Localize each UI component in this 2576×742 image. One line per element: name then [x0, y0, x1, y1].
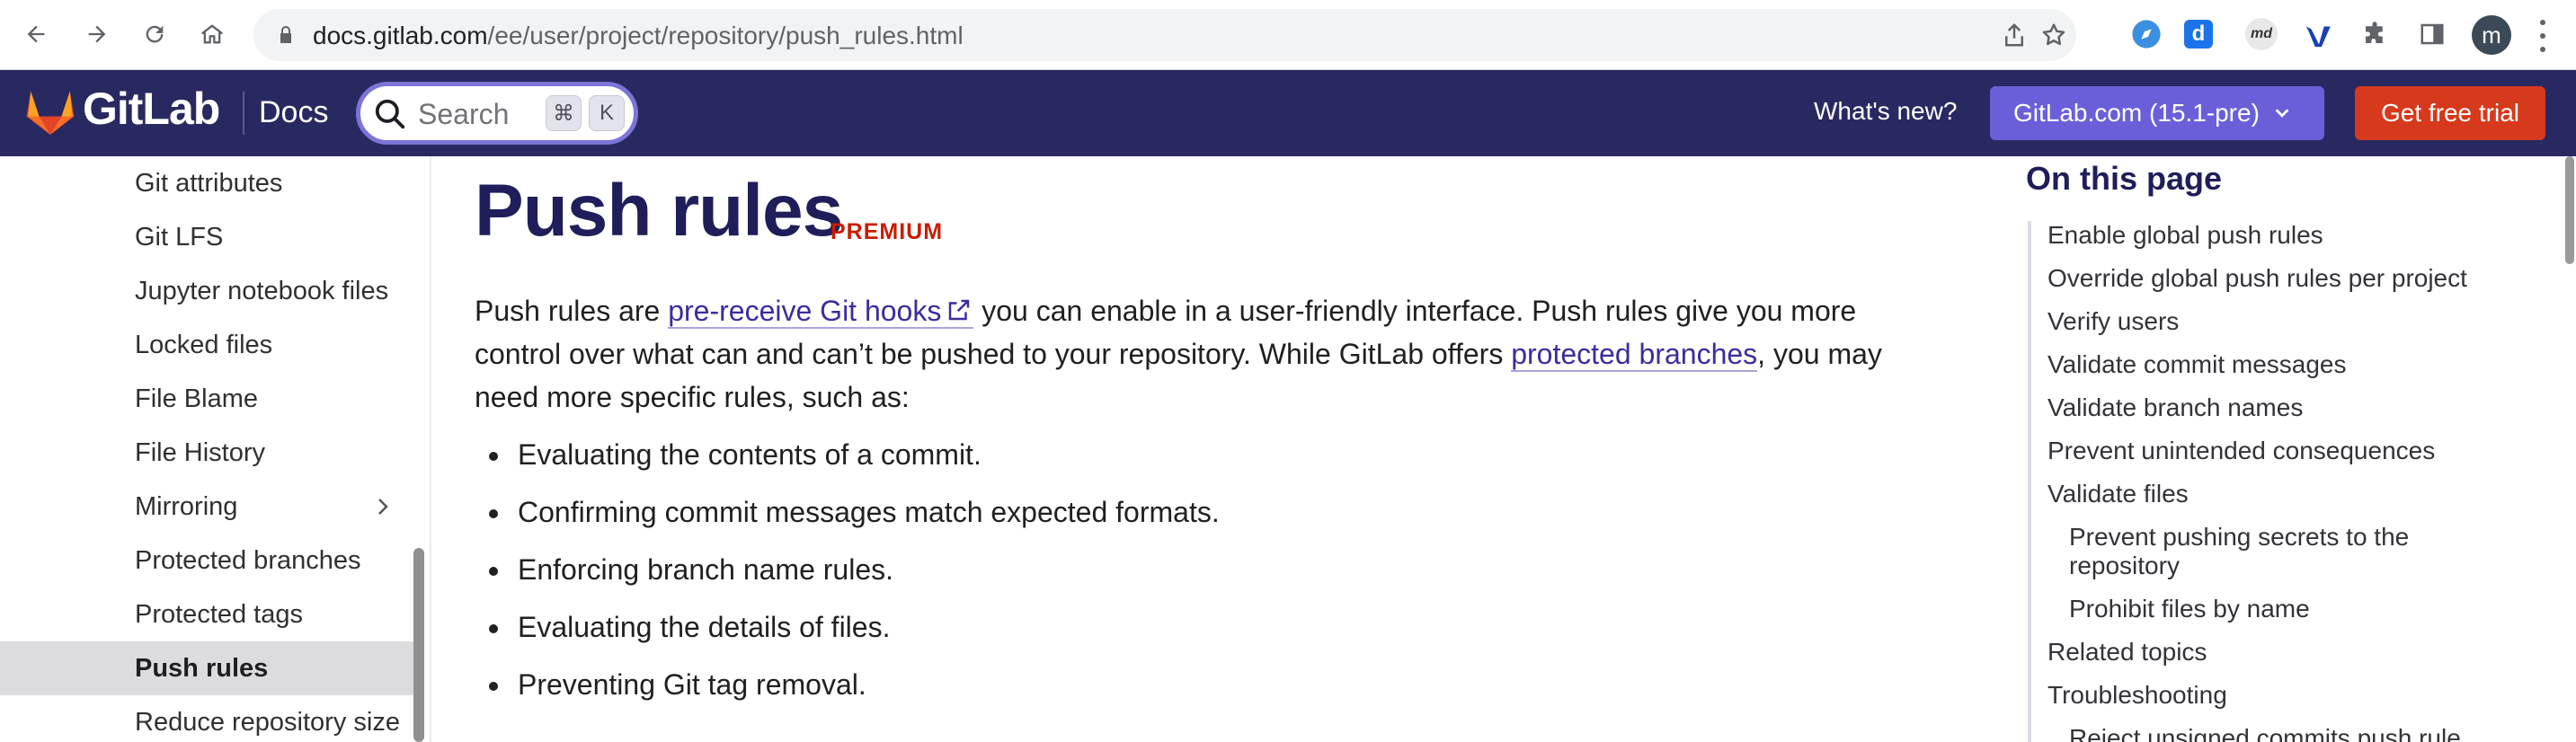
list-item: Enforcing branch name rules.: [475, 541, 1220, 598]
sidebar-item-git-attributes[interactable]: Git attributes: [0, 156, 413, 210]
back-button[interactable]: [18, 16, 54, 52]
search-icon: [375, 99, 405, 129]
bullet-dot: [489, 509, 498, 518]
toc-item[interactable]: Related topics: [2047, 638, 2207, 667]
arrow-right-icon: [88, 25, 106, 43]
markdown-icon[interactable]: md: [2245, 18, 2278, 50]
main-content: Push rules PREMIUM Push rules are pre-re…: [475, 156, 1913, 742]
pre-receive-hooks-link[interactable]: pre-receive Git hooks: [668, 295, 974, 329]
sidebar-divider: [430, 156, 431, 742]
toc-item[interactable]: Verify users: [2047, 307, 2179, 336]
home-icon: [201, 24, 223, 44]
bookmark-star-icon[interactable]: [2040, 22, 2067, 49]
search-input[interactable]: Search ⌘ K: [356, 82, 638, 145]
toc-subitem[interactable]: Prohibit files by name: [2069, 595, 2492, 623]
forward-button[interactable]: [79, 16, 115, 52]
compass-icon[interactable]: [2130, 18, 2163, 50]
url-text[interactable]: docs.gitlab.com/ee/user/project/reposito…: [313, 22, 964, 50]
home-button[interactable]: [194, 16, 230, 52]
list-item-text: Preventing Git tag removal.: [518, 668, 866, 701]
sidebar-item-label: Mirroring: [135, 491, 238, 521]
bullet-dot: [489, 682, 498, 691]
page-scrollbar[interactable]: [2565, 156, 2574, 264]
version-label: GitLab.com (15.1-pre): [2013, 99, 2260, 127]
vimeo-icon[interactable]: [2303, 18, 2335, 50]
profile-avatar[interactable]: m: [2472, 15, 2511, 55]
rules-list: Evaluating the contents of a commit. Con…: [475, 426, 1220, 713]
dict-icon-label: d: [2184, 20, 2213, 49]
toc-item[interactable]: Override global push rules per project: [2047, 264, 2467, 293]
sidebar-scrollbar[interactable]: [413, 548, 424, 742]
toc-item[interactable]: Validate commit messages: [2047, 350, 2347, 379]
sidebar-item-mirroring[interactable]: Mirroring: [0, 480, 413, 534]
sidepanel-icon[interactable]: [2416, 18, 2448, 50]
toc-subitem[interactable]: Reject unsigned commits push rule: [2069, 724, 2492, 742]
protected-branches-link[interactable]: protected branches: [1511, 338, 1758, 372]
page-title: Push rules: [475, 170, 843, 252]
list-item-text: Evaluating the contents of a commit.: [518, 438, 982, 471]
intro-paragraph: Push rules are pre-receive Git hooks you…: [475, 289, 1886, 419]
toc-item[interactable]: Enable global push rules: [2047, 221, 2323, 250]
search-placeholder: Search: [418, 98, 510, 130]
sidebar-item-file-blame[interactable]: File Blame: [0, 372, 413, 426]
toc-subitem[interactable]: Prevent pushing secrets to the repositor…: [2069, 523, 2492, 580]
intro-text-1: Push rules are: [475, 295, 669, 327]
sidebar-item-protected-branches[interactable]: Protected branches: [0, 534, 413, 587]
url-host: docs.gitlab.com: [313, 22, 488, 49]
reload-icon: [146, 25, 164, 43]
toc-rule: [2028, 221, 2031, 742]
toc-item[interactable]: Prevent unintended consequences: [2047, 437, 2435, 465]
reload-button[interactable]: [137, 16, 173, 52]
puzzle-icon[interactable]: [2358, 18, 2391, 50]
gitlab-tanuki-icon[interactable]: [25, 88, 76, 137]
external-link-icon: [949, 299, 970, 321]
brand-name[interactable]: GitLab: [83, 83, 220, 135]
browser-toolbar: docs.gitlab.com/ee/user/project/reposito…: [0, 0, 2576, 70]
toc-item[interactable]: Troubleshooting: [2047, 681, 2227, 710]
free-trial-button[interactable]: Get free trial: [2355, 86, 2545, 140]
tier-badge[interactable]: PREMIUM: [831, 219, 943, 245]
bullet-dot: [489, 624, 498, 633]
list-item: Confirming commit messages match expecte…: [475, 483, 1220, 541]
list-item-text: Evaluating the details of files.: [518, 611, 891, 643]
header-divider: [243, 92, 244, 135]
docs-link[interactable]: Docs: [259, 95, 328, 130]
url-path: /ee/user/project/repository/push_rules.h…: [487, 22, 964, 49]
sidebar-item-locked-files[interactable]: Locked files: [0, 318, 413, 372]
chevron-down-icon: [2275, 109, 2289, 118]
share-icon[interactable]: [2001, 22, 2028, 49]
sidebar-item-git-lfs[interactable]: Git LFS: [0, 210, 413, 264]
toc-heading: On this page: [2026, 160, 2223, 197]
lock-icon: [280, 26, 291, 43]
sidebar-item-push-rules[interactable]: Push rules: [0, 641, 413, 695]
markdown-icon-label: md: [2245, 18, 2278, 50]
browser-menu-icon[interactable]: [2536, 20, 2549, 52]
sidebar-nav: Git attributes Git LFS Jupyter notebook …: [0, 156, 430, 742]
shortcut-key-cmd: ⌘: [546, 95, 582, 131]
on-this-page: On this page Enable global push rules Ov…: [2026, 156, 2529, 742]
toc-item[interactable]: Validate branch names: [2047, 393, 2303, 422]
address-bar[interactable]: docs.gitlab.com/ee/user/project/reposito…: [253, 9, 2076, 61]
whats-new-link[interactable]: What's new?: [1814, 97, 1957, 126]
sidebar-item-protected-tags[interactable]: Protected tags: [0, 587, 413, 641]
bullet-dot: [489, 452, 498, 461]
shortcut-key-k: K: [589, 95, 625, 131]
sidebar-item-file-history[interactable]: File History: [0, 426, 413, 480]
toc-item[interactable]: Validate files: [2047, 480, 2189, 508]
chevron-right-icon[interactable]: [374, 496, 392, 517]
sidebar-item-reduce-repo-size[interactable]: Reduce repository size: [0, 695, 413, 742]
dict-icon[interactable]: d: [2182, 18, 2215, 50]
site-header: GitLab Docs Search ⌘ K What's new? GitLa…: [0, 70, 2576, 156]
list-item-text: Enforcing branch name rules.: [518, 553, 893, 586]
bullet-dot: [489, 567, 498, 576]
version-dropdown[interactable]: GitLab.com (15.1-pre): [1990, 86, 2324, 140]
list-item: Evaluating the details of files.: [475, 598, 1220, 656]
arrow-left-icon: [27, 25, 45, 43]
link-text: pre-receive Git hooks: [668, 295, 942, 327]
list-item-text: Confirming commit messages match expecte…: [518, 496, 1220, 528]
sidebar-item-jupyter[interactable]: Jupyter notebook files: [0, 264, 413, 318]
list-item: Preventing Git tag removal.: [475, 656, 1220, 713]
list-item: Evaluating the contents of a commit.: [475, 426, 1220, 483]
